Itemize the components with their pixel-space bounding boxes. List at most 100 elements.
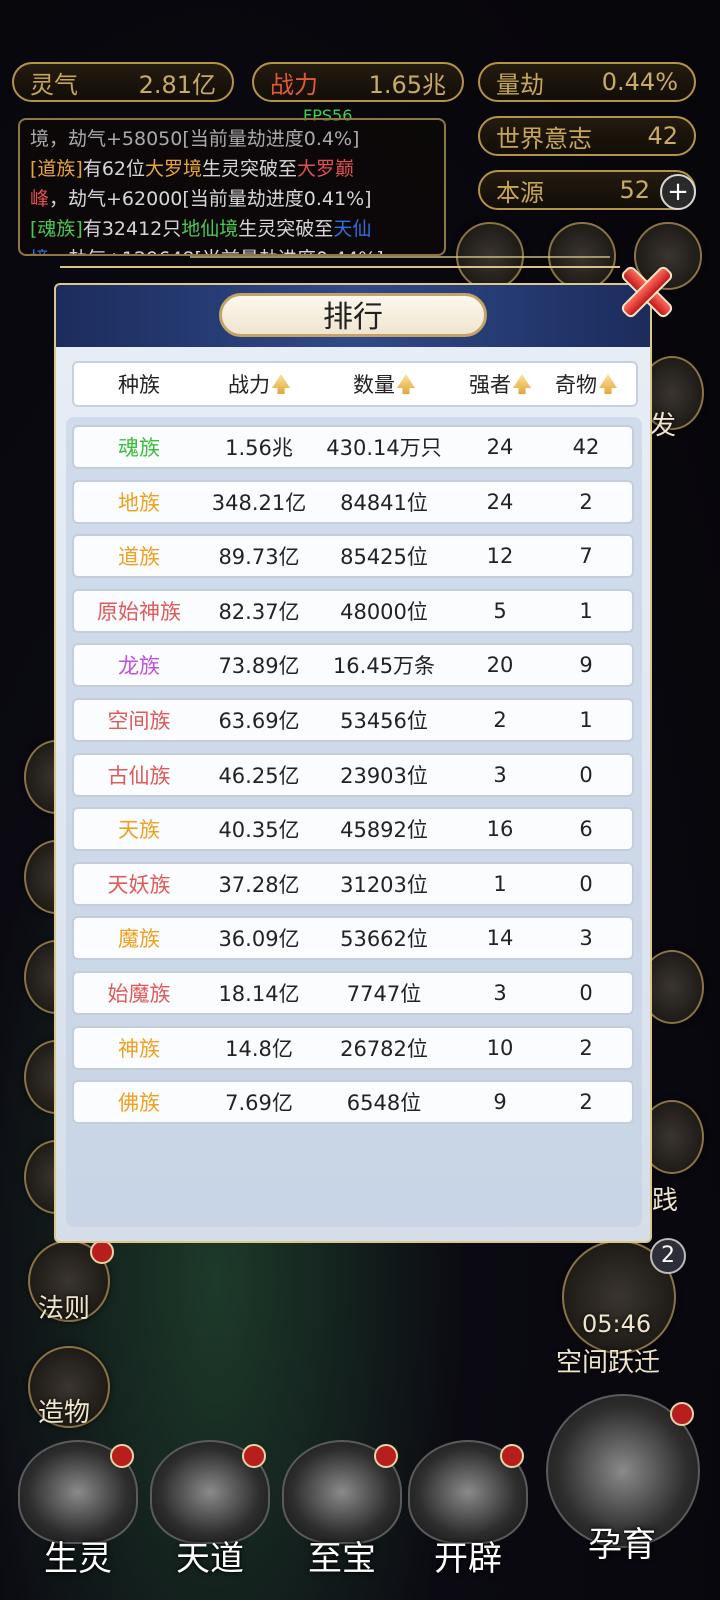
- nav-shengling-label: 生灵: [44, 1539, 112, 1579]
- race-items: 7: [579, 544, 593, 569]
- race-name: 始魔族: [107, 982, 171, 1006]
- right-button-3-label: 践: [652, 1186, 679, 1216]
- log-line: 峰，劫气+62000[当前量劫进度0.41%]: [30, 184, 434, 214]
- race-count: 53662位: [340, 927, 428, 952]
- fa-ze-label: 法则: [38, 1294, 91, 1324]
- race-count: 31203位: [340, 872, 428, 897]
- kaipi-notification: [500, 1444, 524, 1468]
- race-power: 18.14亿: [218, 982, 300, 1006]
- race-items: 2: [579, 489, 593, 514]
- race-name: 天族: [118, 818, 160, 843]
- race-strong: 3: [493, 981, 507, 1005]
- log-target: 境: [30, 248, 49, 254]
- race-items: 0: [579, 762, 593, 787]
- ranking-row[interactable]: 原始神族 82.37亿 48000位 5 1: [72, 588, 634, 633]
- ranking-row[interactable]: 地族 348.21亿 84841位 24 2: [72, 479, 634, 524]
- race-items: 0: [579, 981, 593, 1005]
- ranking-header: 种族 战力 数量 强者 奇物: [72, 361, 638, 407]
- race-name: 空间族: [107, 709, 171, 733]
- zhanli-label: 战力: [270, 70, 318, 99]
- race-power: 40.35亿: [218, 818, 300, 843]
- ranking-row[interactable]: 魔族 36.09亿 53662位 14 3: [72, 916, 634, 961]
- benyuan-value: 52: [619, 176, 650, 204]
- zhibao-notification: [374, 1444, 398, 1468]
- race-count: 85425位: [340, 545, 428, 570]
- log-text: 生灵突破至: [238, 218, 334, 240]
- nav-kaipi-label: 开辟: [434, 1539, 502, 1579]
- header-race: 种族: [74, 369, 204, 399]
- shijie-stat[interactable]: 世界意志 42: [478, 116, 696, 156]
- race-strong: 3: [493, 762, 507, 787]
- nav-tiandao-label: 天道: [176, 1539, 244, 1579]
- log-tag: [魂族]: [30, 218, 83, 240]
- nav-kaipi[interactable]: 开辟: [404, 1430, 532, 1580]
- nav-yunyu[interactable]: 孕育: [542, 1390, 702, 1580]
- log-text: 生灵突破至: [202, 158, 298, 180]
- log-line: [魂族]有32412只地仙境生灵突破至天仙: [30, 214, 434, 244]
- race-count: 7747位: [346, 982, 422, 1006]
- race-strong: 14: [486, 926, 514, 951]
- race-power: 348.21亿: [211, 490, 307, 515]
- race-count: 26782位: [340, 1036, 428, 1061]
- log-target: 峰: [30, 188, 50, 210]
- nav-shengling[interactable]: 生灵: [14, 1430, 142, 1580]
- space-jump-timer: 05:46: [582, 1310, 652, 1338]
- log-line: [道族]有62位大罗境生灵突破至大罗巅: [30, 154, 434, 184]
- liangjie-stat[interactable]: 量劫 0.44%: [478, 62, 696, 102]
- yunyu-notification: [670, 1402, 694, 1426]
- race-items: 2: [579, 1090, 593, 1115]
- space-jump-label: 空间跃迁: [556, 1348, 661, 1378]
- log-text: 有32412只: [82, 218, 182, 240]
- sort-arrow-icon: [397, 374, 415, 394]
- ranking-row[interactable]: 始魔族 18.14亿 7747位 3 0: [72, 971, 634, 1015]
- tiandao-notification: [242, 1444, 266, 1468]
- log-tag: [道族]: [30, 158, 83, 180]
- race-items: 0: [579, 871, 593, 896]
- ranking-list[interactable]: 魂族 1.56兆 430.14万只 24 42 地族 348.21亿 84841位 24 2 道族 8…: [66, 417, 642, 1227]
- lingqi-value: 2.81亿: [138, 70, 216, 99]
- ranking-row[interactable]: 魂族 1.56兆 430.14万只 24 42: [72, 425, 634, 469]
- ranking-row[interactable]: 空间族 63.69亿 53456位 2 1: [72, 698, 634, 742]
- log-text: ，劫气+62000[当前量劫进度0.41%]: [49, 188, 372, 210]
- zao-wu-label: 造物: [38, 1398, 91, 1428]
- add-benyuan-button[interactable]: +: [660, 174, 696, 210]
- log-text: 有62位: [82, 158, 146, 180]
- ranking-row[interactable]: 天妖族 37.28亿 31203位 1 0: [72, 861, 634, 906]
- race-strong: 2: [493, 708, 507, 732]
- log-target: 天仙: [333, 218, 372, 240]
- ranking-row[interactable]: 龙族 73.89亿 16.45万条 20 9: [72, 643, 634, 688]
- header-power[interactable]: 战力: [204, 369, 314, 399]
- benyuan-stat[interactable]: 本源 52 +: [478, 170, 696, 210]
- race-power: 82.37亿: [218, 599, 300, 624]
- ranking-row[interactable]: 神族 14.8亿 26782位 10 2: [72, 1025, 634, 1070]
- shijie-label: 世界意志: [496, 124, 592, 153]
- deco-line: [190, 256, 610, 258]
- race-power: 1.56兆: [225, 436, 293, 460]
- race-power: 14.8亿: [225, 1036, 293, 1061]
- header-strong[interactable]: 强者: [454, 369, 546, 399]
- ranking-row[interactable]: 道族 89.73亿 85425位 12 7: [72, 534, 634, 579]
- race-strong: 20: [486, 653, 514, 678]
- nav-tiandao[interactable]: 天道: [146, 1430, 274, 1580]
- nav-zhibao[interactable]: 至宝: [278, 1430, 406, 1580]
- header-count[interactable]: 数量: [314, 369, 454, 399]
- race-strong: 10: [486, 1035, 514, 1060]
- panel-title: 排行: [219, 293, 487, 337]
- race-name: 原始神族: [97, 599, 181, 624]
- space-jump-badge: 2: [650, 1238, 686, 1274]
- race-strong: 16: [486, 817, 514, 842]
- close-button[interactable]: [612, 258, 675, 320]
- race-count: 48000位: [340, 599, 428, 624]
- header-strong-label: 强者: [469, 373, 511, 397]
- race-power: 7.69亿: [225, 1091, 293, 1116]
- race-name: 佛族: [118, 1091, 160, 1116]
- header-items[interactable]: 奇物: [546, 369, 626, 399]
- race-items: 2: [579, 1035, 593, 1060]
- ranking-row[interactable]: 天族 40.35亿 45892位 16 6: [72, 807, 634, 852]
- lingqi-stat: 灵气 2.81亿: [12, 62, 234, 102]
- ranking-row[interactable]: 古仙族 46.25亿 23903位 3 0: [72, 752, 634, 797]
- log-realm: 大罗境: [145, 158, 203, 180]
- ranking-row[interactable]: 佛族 7.69亿 6548位 9 2: [72, 1080, 634, 1125]
- race-strong: 24: [486, 489, 514, 514]
- race-items: 3: [579, 926, 593, 951]
